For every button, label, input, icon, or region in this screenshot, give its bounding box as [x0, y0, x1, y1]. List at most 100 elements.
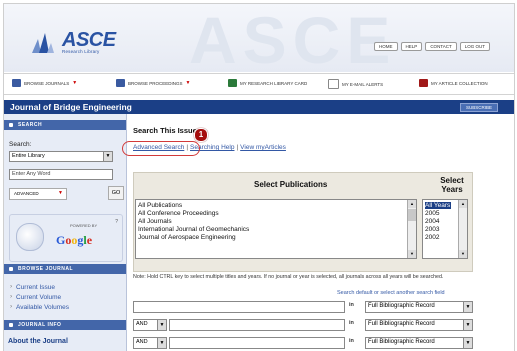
operator-select[interactable]: AND ▼ — [133, 319, 167, 331]
operator-select[interactable]: AND ▼ — [133, 337, 167, 349]
list-item[interactable]: Journal of Aerospace Engineering — [138, 234, 236, 241]
contact-link[interactable]: CONTACT — [425, 42, 457, 51]
proceedings-icon — [116, 79, 125, 87]
publications-scrollbar[interactable]: ▲ ▼ — [407, 200, 416, 258]
list-item[interactable]: 2004 — [425, 218, 451, 225]
home-link[interactable]: HOME — [374, 42, 398, 51]
scroll-thumb[interactable] — [408, 209, 416, 221]
select-years-heading: Select Years — [440, 176, 464, 194]
logo-subtitle: Research Library — [62, 49, 100, 54]
logo-mark-icon — [32, 33, 54, 53]
nav-label: BROWSE PROCEEDINGS — [128, 80, 183, 86]
list-item[interactable]: All Years — [425, 202, 451, 209]
chevron-down-icon: ▼ — [463, 338, 472, 348]
journal-titlebar: Journal of Bridge Engineering SUBSCRIBE — [4, 100, 514, 114]
chevron-down-icon: ▼ — [157, 338, 166, 348]
chevron-down-icon: ▼ — [185, 80, 191, 86]
search-term-input[interactable] — [169, 337, 345, 349]
scroll-up-icon[interactable]: ▲ — [408, 200, 416, 208]
select-publications-heading: Select Publications — [254, 180, 328, 189]
in-label: in — [349, 320, 354, 326]
advanced-dropdown[interactable]: ADVANCED ▼ — [9, 188, 67, 200]
search-title: Search This Issue — [133, 126, 197, 135]
google-logo: Google — [56, 233, 93, 247]
chevron-down-icon: ▼ — [463, 320, 472, 330]
nav-label: MY E-MAIL ALERTS — [342, 81, 384, 87]
collection-icon — [419, 79, 428, 87]
link-separator: | — [236, 144, 239, 151]
keyword-input[interactable]: Enter Any Word — [9, 169, 113, 180]
bullet-icon — [9, 267, 13, 271]
nav-article-collection[interactable]: MY ARTICLE COLLECTION — [419, 79, 488, 87]
in-label: in — [349, 302, 354, 308]
logout-link[interactable]: LOG OUT — [459, 42, 490, 51]
current-volume-link[interactable]: Current Volume — [10, 293, 61, 301]
current-issue-link[interactable]: Current Issue — [10, 283, 55, 291]
nav-label: MY RESEARCH LIBRARY CARD — [240, 80, 308, 86]
field-select[interactable]: Full Bibliographic Record ▼ — [365, 301, 473, 313]
search-term-input[interactable] — [169, 319, 345, 331]
scroll-up-icon[interactable]: ▲ — [459, 200, 467, 208]
scroll-down-icon[interactable]: ▼ — [408, 250, 416, 258]
globe-icon — [16, 223, 44, 251]
list-item[interactable]: 2005 — [425, 210, 451, 217]
library-card-icon — [228, 79, 237, 87]
list-item[interactable]: 2003 — [425, 226, 451, 233]
search-label: Search: — [9, 141, 32, 148]
journal-icon — [12, 79, 21, 87]
journal-title: Journal of Bridge Engineering — [10, 102, 132, 112]
years-listbox[interactable]: All Years 2005 2004 2003 2002 ▲ ▼ — [422, 199, 468, 259]
nav-label: MY ARTICLE COLLECTION — [431, 80, 488, 86]
browser-frame: ASCE ASCE Research Library HOME HELP CON… — [3, 3, 515, 351]
bullet-icon — [9, 323, 13, 327]
top-links: HOME HELP CONTACT LOG OUT — [374, 42, 490, 51]
search-default-hint: Search default or select another search … — [337, 290, 445, 296]
chevron-down-icon: ▼ — [157, 320, 166, 330]
nav-library-card[interactable]: MY RESEARCH LIBRARY CARD — [228, 79, 307, 87]
nav-label: BROWSE JOURNALS — [24, 80, 70, 86]
email-icon — [328, 79, 339, 89]
sidebar-browse-header: BROWSE JOURNAL — [4, 264, 126, 274]
scroll-down-icon[interactable]: ▼ — [459, 250, 467, 258]
help-icon[interactable]: ? — [115, 219, 118, 225]
about-journal-link[interactable]: About the Journal — [8, 338, 68, 345]
nav-browse-proceedings[interactable]: BROWSE PROCEEDINGS ▼ — [116, 79, 190, 87]
bullet-icon — [9, 123, 13, 127]
chevron-down-icon: ▼ — [58, 190, 63, 196]
field-select[interactable]: Full Bibliographic Record ▼ — [365, 337, 473, 349]
years-scrollbar[interactable]: ▲ ▼ — [458, 200, 467, 258]
list-item[interactable]: 2002 — [425, 234, 451, 241]
field-select[interactable]: Full Bibliographic Record ▼ — [365, 319, 473, 331]
selection-note: Note: Hold CTRL key to select multiple t… — [133, 274, 444, 280]
advanced-search-highlight — [122, 141, 200, 156]
in-label: in — [349, 338, 354, 344]
search-term-input[interactable] — [133, 301, 345, 313]
chevron-down-icon: ▼ — [103, 152, 112, 161]
nav-email-alerts[interactable]: MY E-MAIL ALERTS — [328, 79, 383, 89]
view-myarticles-link[interactable]: View myArticles — [240, 144, 286, 151]
main-nav: BROWSE JOURNALS ▼ BROWSE PROCEEDINGS ▼ M… — [4, 73, 514, 95]
sidebar: SEARCH Search: Entire Library ▼ Enter An… — [4, 114, 127, 351]
list-item[interactable]: International Journal of Geomechanics — [138, 226, 249, 233]
site-header: ASCE ASCE Research Library HOME HELP CON… — [4, 3, 514, 77]
chevron-down-icon: ▼ — [72, 80, 78, 86]
sidebar-search-header: SEARCH — [4, 120, 126, 130]
list-item[interactable]: All Journals — [138, 218, 172, 225]
list-item[interactable]: All Publications — [138, 202, 182, 209]
header-watermark: ASCE — [189, 3, 397, 77]
asce-logo[interactable]: ASCE Research Library — [32, 29, 142, 57]
subscribe-button[interactable]: SUBSCRIBE — [459, 103, 498, 112]
chevron-down-icon: ▼ — [463, 302, 472, 312]
list-item[interactable]: All Conference Proceedings — [138, 210, 219, 217]
sidebar-journal-info-header: JOURNAL INFO — [4, 320, 126, 330]
google-search-box[interactable]: POWERED BY Google ? — [9, 214, 123, 262]
go-button[interactable]: GO — [108, 186, 124, 200]
publications-listbox[interactable]: All Publications All Conference Proceedi… — [135, 199, 417, 259]
select-publications-panel: Select Publications Select Years All Pub… — [133, 172, 473, 272]
help-link[interactable]: HELP — [400, 42, 423, 51]
callout-badge: 1 — [194, 128, 208, 142]
nav-browse-journals[interactable]: BROWSE JOURNALS ▼ — [12, 79, 77, 87]
available-volumes-link[interactable]: Available Volumes — [10, 303, 69, 311]
search-scope-select[interactable]: Entire Library ▼ — [9, 151, 113, 162]
powered-by-label: POWERED BY — [70, 223, 98, 228]
